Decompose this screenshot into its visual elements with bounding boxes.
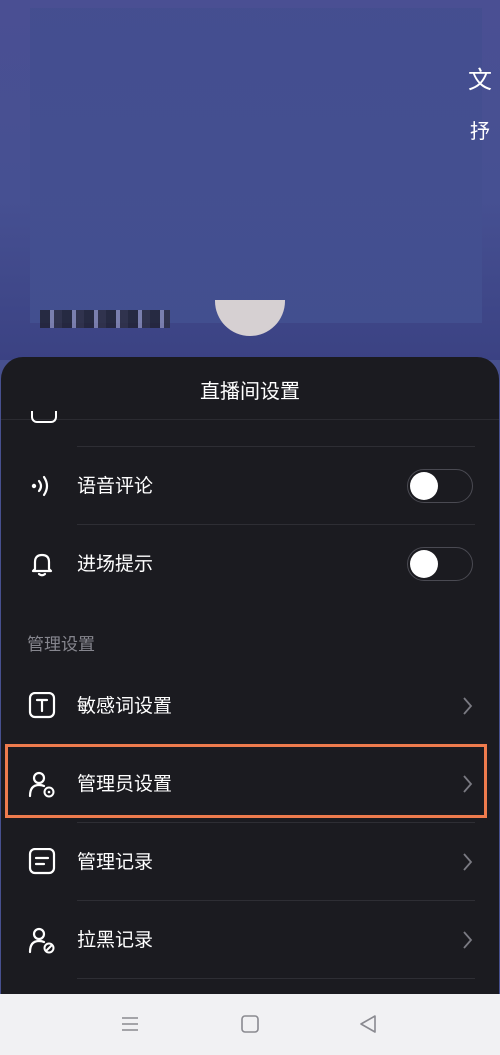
- sound-wave-icon: [31, 475, 49, 497]
- system-navigation-bar: [0, 994, 500, 1055]
- background-overlay: [30, 8, 482, 323]
- entry-notice-row[interactable]: 进场提示: [1, 525, 499, 603]
- entry-notice-toggle[interactable]: [407, 547, 473, 581]
- background-text-2: 抒: [470, 119, 490, 143]
- block-records-row[interactable]: 拉黑记录: [1, 901, 499, 979]
- highlight-box: [5, 744, 487, 818]
- live-room-settings-sheet: 直播间设置 语音评论 进场提示 管理设置 敏感词设置 管理员设置 管理记录 拉黑…: [1, 357, 499, 994]
- home-square-icon[interactable]: [238, 1012, 262, 1036]
- document-icon: [28, 848, 56, 875]
- back-triangle-icon[interactable]: [356, 1012, 380, 1036]
- menu-icon[interactable]: [118, 1012, 142, 1036]
- manage-records-label: 管理记录: [77, 851, 154, 873]
- bell-icon: [31, 553, 53, 577]
- toggle-knob: [410, 550, 438, 578]
- voice-comment-row[interactable]: 语音评论: [1, 447, 499, 525]
- text-t-icon: [28, 692, 56, 719]
- section-header-manage: 管理设置: [27, 635, 95, 655]
- sensitive-words-row[interactable]: 敏感词设置: [1, 667, 499, 745]
- user-block-icon: [28, 927, 55, 954]
- background-caption-fragment: [40, 310, 170, 328]
- partial-icon: [31, 411, 57, 423]
- entry-notice-label: 进场提示: [77, 553, 154, 575]
- chevron-right-icon: [463, 853, 473, 871]
- chevron-right-icon: [463, 931, 473, 949]
- row-divider: [77, 978, 475, 979]
- sensitive-words-label: 敏感词设置: [77, 695, 173, 717]
- sheet-title: 直播间设置: [200, 379, 300, 403]
- background-text-1: 文: [468, 66, 492, 94]
- voice-comment-toggle[interactable]: [407, 469, 473, 503]
- chevron-right-icon: [463, 697, 473, 715]
- voice-comment-label: 语音评论: [77, 475, 154, 497]
- manage-records-row[interactable]: 管理记录: [1, 823, 499, 901]
- title-divider: [1, 419, 499, 420]
- block-records-label: 拉黑记录: [77, 929, 154, 951]
- toggle-knob: [410, 472, 438, 500]
